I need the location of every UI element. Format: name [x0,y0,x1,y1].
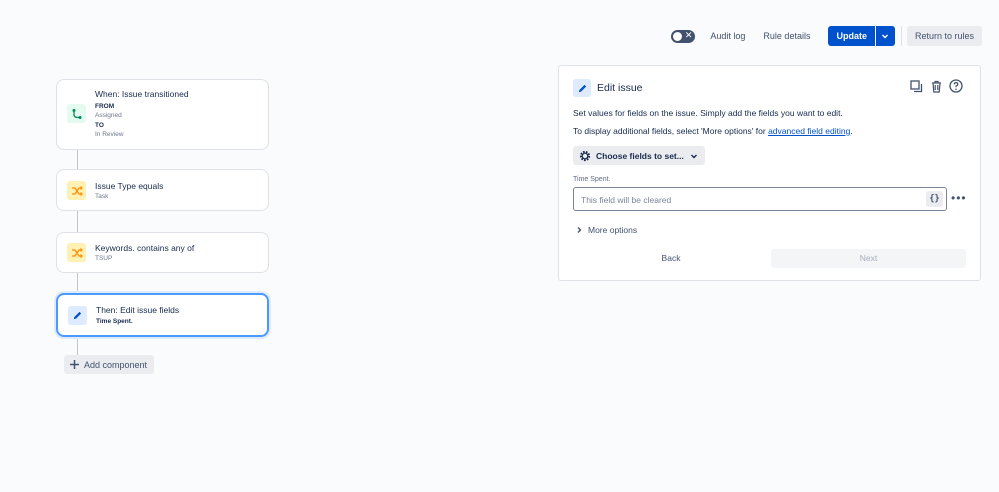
flow-connector [77,150,78,169]
smart-value-button[interactable]: {} [926,191,943,207]
flow-connector [77,337,78,355]
add-component-button[interactable]: Add component [64,355,155,374]
flow-connector [77,273,78,294]
advanced-hint-text: To display additional fields, select 'Mo… [573,126,769,136]
chevron-down-icon [882,34,889,39]
panel-description-advanced: To display additional fields, select 'Mo… [573,126,853,136]
more-actions-icon[interactable]: ••• [951,192,967,204]
condition-value: Task [95,193,109,200]
time-spent-label: Time Spent. [573,176,611,183]
to-value: In Review [95,131,124,138]
panel-title: Edit issue [597,82,643,94]
plus-icon [70,360,79,369]
condition-card-keywords[interactable]: Keywords. contains any of TSUP [56,232,269,273]
panel-header: Edit issue [573,79,643,97]
trigger-title: When: Issue transitioned [95,89,189,99]
return-to-rules-button[interactable]: Return to rules [906,26,982,46]
time-spent-field: {} [573,187,947,211]
gear-icon [579,150,591,161]
action-value: Time Spent. [96,318,133,325]
condition-text: Issue Type equals Task [95,181,163,201]
header-toolbar: ✕ Audit log Rule details Update Return t… [671,26,982,46]
update-dropdown-button[interactable] [875,26,895,46]
condition-value: TSUP [95,255,113,262]
action-text: Then: Edit issue fields Time Spent. [96,305,179,326]
pencil-icon [73,311,82,320]
condition-icon-box [67,243,86,262]
time-spent-input[interactable] [579,193,919,207]
help-icon[interactable] [948,78,964,94]
action-title: Then: Edit issue fields [96,305,180,315]
close-icon: ✕ [684,30,693,41]
edit-issue-panel: Edit issue Set values for fields on the … [558,65,981,281]
more-options-toggle[interactable]: More options [575,225,637,235]
condition-card-issue-type[interactable]: Issue Type equals Task [56,169,269,211]
chevron-down-icon [690,154,697,158]
advanced-field-editing-link[interactable]: advanced field editing [768,126,850,136]
condition-title: Keywords. contains any of [95,243,195,253]
to-label: TO [95,122,104,129]
copy-icon[interactable] [908,78,924,94]
update-button-group: Update [828,26,895,46]
trigger-text: When: Issue transitioned FROM Assigned T… [95,89,189,139]
audit-log-link[interactable]: Audit log [710,31,745,41]
trigger-card[interactable]: When: Issue transitioned FROM Assigned T… [56,79,269,150]
more-options-label: More options [588,225,638,235]
trash-icon[interactable] [928,78,944,94]
choose-fields-label: Choose fields to set... [596,150,684,161]
action-icon-box [68,306,87,325]
action-card-edit-issue[interactable]: Then: Edit issue fields Time Spent. [56,293,269,337]
branch-icon [72,108,81,119]
update-button[interactable]: Update [828,26,875,46]
from-value: Assigned [95,112,122,119]
advanced-hint-suffix: . [850,126,853,136]
rule-details-link[interactable]: Rule details [763,31,810,41]
chevron-right-icon [577,227,582,233]
next-button[interactable]: Next [771,249,966,268]
toolbar-divider [900,26,902,46]
from-label: FROM [95,103,115,110]
condition-text: Keywords. contains any of TSUP [95,243,194,263]
shuffle-icon [71,185,83,196]
toggle-knob [673,31,683,41]
condition-title: Issue Type equals [95,181,164,191]
flow-connector [77,211,78,232]
panel-description: Set values for fields on the issue. Simp… [573,108,843,118]
choose-fields-dropdown[interactable]: Choose fields to set... [573,146,705,165]
add-component-label: Add component [84,359,148,370]
shuffle-icon [71,247,83,258]
panel-tools [908,78,964,94]
back-button[interactable]: Back [573,249,769,268]
rule-enabled-toggle[interactable]: ✕ [671,29,696,43]
trigger-icon-box [67,104,86,123]
pencil-icon [573,79,591,97]
condition-icon-box [67,181,86,200]
